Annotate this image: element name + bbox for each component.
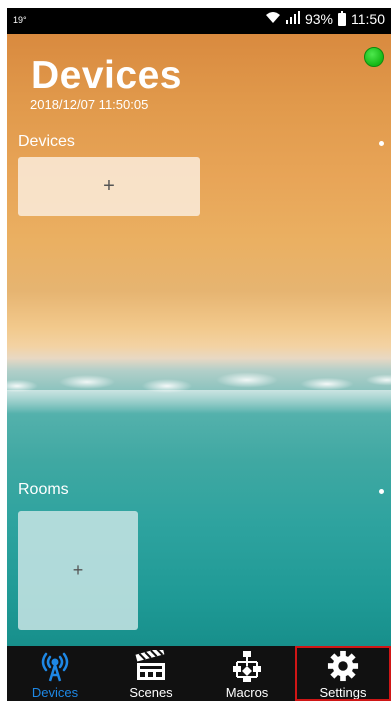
nav-scenes-label: Scenes	[129, 685, 173, 700]
status-bar: 19° 93% 11:50	[7, 8, 391, 34]
wave-wash	[7, 390, 391, 414]
clock: 11:50	[351, 11, 385, 27]
nav-macros-label: Macros	[225, 685, 269, 700]
add-device-button[interactable]: +	[18, 157, 200, 216]
nav-scenes[interactable]: Scenes	[103, 646, 199, 701]
add-room-button[interactable]: +	[18, 511, 138, 630]
connection-status-indicator	[364, 47, 384, 67]
wifi-icon	[265, 11, 281, 27]
plus-icon: +	[103, 175, 115, 197]
battery-icon	[338, 10, 346, 26]
gear-icon	[323, 650, 363, 682]
current-datetime: 2018/12/07 11:50:05	[30, 97, 149, 112]
device-frame: 19° 93% 11:50 Devices 2018/12/07 11:50:0…	[0, 0, 391, 701]
bottom-navigation: Devices Scenes Macros Settings	[7, 646, 391, 701]
weather-temperature: 19°	[13, 15, 27, 25]
status-icons: 93% 11:50	[265, 10, 385, 27]
flowchart-icon	[227, 650, 267, 682]
clapperboard-icon	[131, 650, 171, 682]
devices-page-indicator	[379, 141, 384, 146]
app-screen: 19° 93% 11:50 Devices 2018/12/07 11:50:0…	[7, 8, 391, 701]
page-title: Devices	[31, 54, 182, 97]
nav-settings-label: Settings	[319, 685, 367, 700]
signal-icon	[285, 11, 300, 27]
rooms-section-label: Rooms	[18, 481, 69, 498]
devices-section-label: Devices	[18, 133, 75, 150]
antenna-icon	[35, 650, 75, 682]
nav-devices[interactable]: Devices	[7, 646, 103, 701]
nav-settings[interactable]: Settings	[295, 646, 391, 701]
plus-icon: +	[72, 560, 84, 580]
nav-macros[interactable]: Macros	[199, 646, 295, 701]
rooms-page-indicator	[379, 489, 384, 494]
nav-devices-label: Devices	[31, 685, 79, 700]
battery-percent: 93%	[304, 11, 333, 27]
